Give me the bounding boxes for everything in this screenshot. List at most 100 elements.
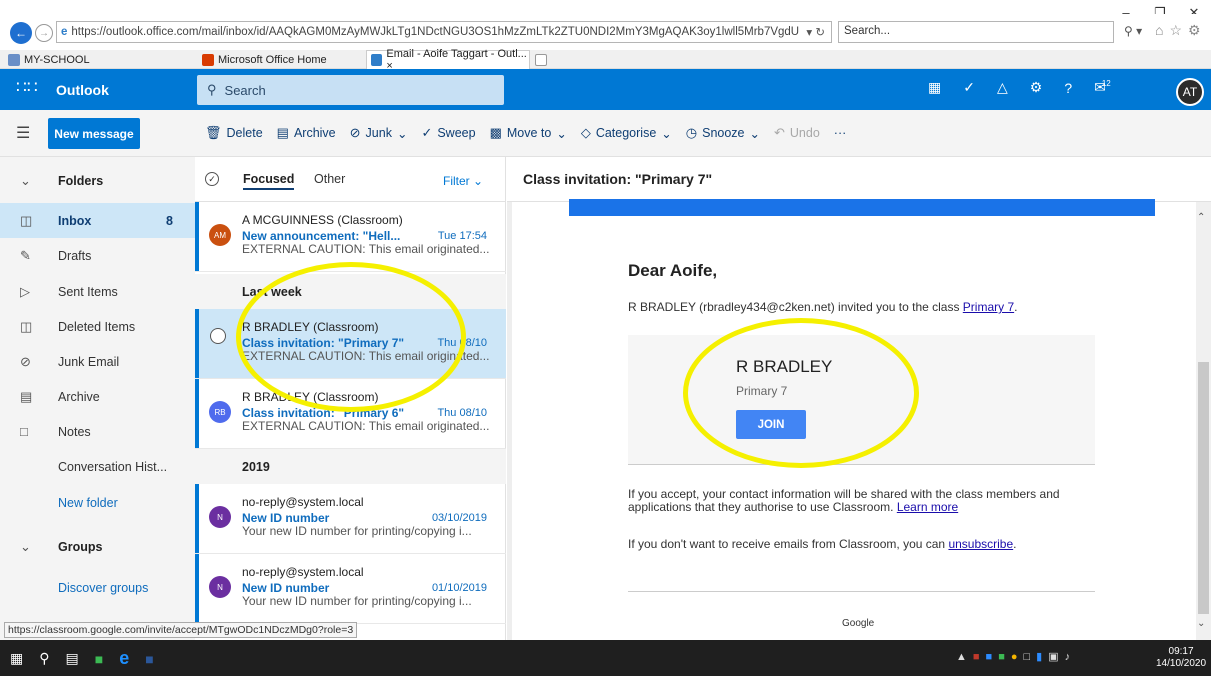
sender-avatar: N xyxy=(209,506,231,528)
list-item[interactable]: N no-reply@system.local New ID number 03… xyxy=(195,484,506,554)
outlook-brand[interactable]: Outlook xyxy=(56,82,109,98)
feedback-icon[interactable]: ✉12 xyxy=(1094,79,1115,96)
sidebar-item-junk[interactable]: ⊘ Junk Email xyxy=(0,344,195,379)
app-launcher-icon[interactable]: ∷∷ xyxy=(16,78,38,98)
new-tab-button[interactable] xyxy=(530,50,552,69)
word-icon[interactable]: ■ xyxy=(145,651,153,667)
chevron-down-icon: ⌄ xyxy=(20,172,31,188)
pencil-icon: ✎ xyxy=(20,247,31,263)
message-sender: A MCGUINNESS (Classroom) xyxy=(242,213,403,227)
ie-icon[interactable]: e xyxy=(119,648,129,669)
todo-icon[interactable]: ✓ xyxy=(963,79,975,96)
snooze-button[interactable]: ◷ Snooze ⌄ xyxy=(686,125,760,141)
tray-icon[interactable]: ■ xyxy=(986,651,993,663)
move-to-button[interactable]: ▩ Move to ⌄ xyxy=(490,125,567,141)
class-link[interactable]: Primary 7 xyxy=(963,300,1014,314)
list-item[interactable]: N no-reply@system.local New ID number 01… xyxy=(195,554,506,624)
home-icon[interactable]: ⌂ xyxy=(1155,22,1163,39)
avatar[interactable]: AT xyxy=(1176,78,1204,106)
select-all-checkbox[interactable]: ✓ xyxy=(205,172,219,186)
volume-icon[interactable]: ♪ xyxy=(1065,651,1071,663)
tray-icon[interactable]: ■ xyxy=(973,651,980,663)
filter-button[interactable]: Filter ⌄ xyxy=(443,174,483,188)
notification-badge: 12 xyxy=(1101,79,1111,88)
chevron-down-icon: ⌄ xyxy=(20,538,31,554)
chevron-down-icon: ⌄ xyxy=(749,126,760,141)
message-preview: EXTERNAL CAUTION: This email originated.… xyxy=(242,242,490,256)
sweep-icon: ✓ xyxy=(421,125,433,140)
bell-icon[interactable]: △ xyxy=(997,79,1008,96)
reading-pane-title: Class invitation: "Primary 7" xyxy=(507,157,1211,202)
unsubscribe-link[interactable]: unsubscribe xyxy=(948,537,1013,551)
tray-icon[interactable]: ● xyxy=(1011,651,1018,663)
scroll-down-icon[interactable]: ⌄ xyxy=(1197,618,1205,629)
annotation-circle xyxy=(236,262,466,412)
tab-focused[interactable]: Focused xyxy=(243,172,295,190)
undo-button[interactable]: ↶ Undo xyxy=(774,125,820,141)
hamburger-menu-icon[interactable]: ☰ xyxy=(16,123,30,143)
archive-button[interactable]: ▤ Archive xyxy=(277,125,336,141)
back-arrow-icon[interactable]: ← xyxy=(10,22,32,44)
forward-arrow-icon[interactable]: → xyxy=(35,24,53,42)
select-radio[interactable] xyxy=(210,328,226,344)
tab-my-school[interactable]: MY-SCHOOL xyxy=(4,50,194,69)
taskbar-clock[interactable]: 09:17 14/10/2020 xyxy=(1156,646,1206,670)
task-view-icon[interactable]: ▤ xyxy=(66,650,79,667)
sidebar-item-sent[interactable]: ▷ Sent Items xyxy=(0,274,195,309)
publisher-icon[interactable]: ■ xyxy=(95,651,103,667)
groups-header[interactable]: ⌄ Groups xyxy=(0,529,195,564)
junk-button[interactable]: ⊘ Junk ⌄ xyxy=(350,125,408,141)
folders-header[interactable]: ⌄ Folders xyxy=(0,163,195,198)
sidebar-item-drafts[interactable]: ✎ Drafts xyxy=(0,238,195,273)
search-icon[interactable]: ⚲ ▾ xyxy=(1124,24,1142,38)
new-folder-link[interactable]: New folder xyxy=(0,485,195,520)
delete-button[interactable]: 🗑︎ Delete xyxy=(205,125,263,141)
address-bar[interactable]: e https://outlook.office.com/mail/inbox/… xyxy=(56,21,832,43)
help-icon[interactable]: ? xyxy=(1064,80,1072,96)
network-icon[interactable]: ▣ xyxy=(1048,650,1058,663)
teams-icon[interactable]: ▦ xyxy=(928,79,941,96)
message-date: 01/10/2019 xyxy=(431,582,487,594)
tray-icon[interactable]: ■ xyxy=(998,651,1005,663)
new-tab-icon xyxy=(535,53,547,66)
tray-icon[interactable]: ▲ xyxy=(956,651,967,663)
new-message-button[interactable]: New message xyxy=(48,118,140,149)
discover-groups-link[interactable]: Discover groups xyxy=(0,570,195,605)
learn-more-link[interactable]: Learn more xyxy=(897,500,958,514)
tab-other[interactable]: Other xyxy=(314,172,345,186)
tab-office-home[interactable]: Microsoft Office Home xyxy=(198,50,364,69)
tray-icon[interactable]: ▮ xyxy=(1036,650,1042,663)
chevron-down-icon: ⌄ xyxy=(556,126,567,141)
annotation-circle xyxy=(683,318,919,468)
browser-search-input[interactable]: Search... xyxy=(838,21,1114,43)
clock-icon: ◷ xyxy=(685,125,698,140)
browser-tab-row: MY-SCHOOL Microsoft Office Home Email - … xyxy=(0,48,1211,72)
mail-search-input[interactable]: ⚲ Search xyxy=(197,75,504,105)
invite-text: R BRADLEY (rbradley434@c2ken.net) invite… xyxy=(628,300,1018,314)
trash-icon: 🗑︎ xyxy=(205,125,222,140)
gear-icon[interactable]: ⚙ xyxy=(1188,22,1201,39)
scroll-up-icon[interactable]: ⌃ xyxy=(1197,212,1205,223)
sidebar-item-conversation-history[interactable]: Conversation Hist... xyxy=(0,449,195,484)
sidebar-item-deleted[interactable]: ◫ Deleted Items xyxy=(0,309,195,344)
settings-icon[interactable]: ⚙ xyxy=(1030,79,1043,96)
window-titlebar xyxy=(0,0,1211,14)
refresh-icon[interactable]: ▾ ↻ xyxy=(800,25,831,39)
unsubscribe-notice: If you don't want to receive emails from… xyxy=(628,537,1017,551)
sidebar-item-archive[interactable]: ▤ Archive xyxy=(0,379,195,414)
categorise-button[interactable]: ◇ Categorise ⌄ xyxy=(581,125,672,141)
clock-time: 09:17 xyxy=(1168,646,1194,657)
windows-start-icon[interactable]: ▦ xyxy=(10,650,23,667)
google-footer: Google xyxy=(842,618,875,629)
scrollbar-thumb[interactable] xyxy=(1198,362,1209,614)
more-options-icon[interactable]: ··· xyxy=(834,125,847,141)
tray-icon[interactable]: □ xyxy=(1024,651,1031,663)
sidebar-item-notes[interactable]: □ Notes xyxy=(0,414,195,449)
junk-icon: ⊘ xyxy=(349,125,361,140)
tab-outlook-email[interactable]: Email - Aoife Taggart - Outl... × xyxy=(366,48,530,72)
sidebar-item-inbox[interactable]: ◫ Inbox 8 xyxy=(0,203,195,238)
search-icon[interactable]: ⚲ xyxy=(39,650,49,667)
unread-count: 8 xyxy=(166,213,173,228)
sweep-button[interactable]: ✓ Sweep xyxy=(421,125,475,141)
star-icon[interactable]: ☆ xyxy=(1169,22,1182,39)
